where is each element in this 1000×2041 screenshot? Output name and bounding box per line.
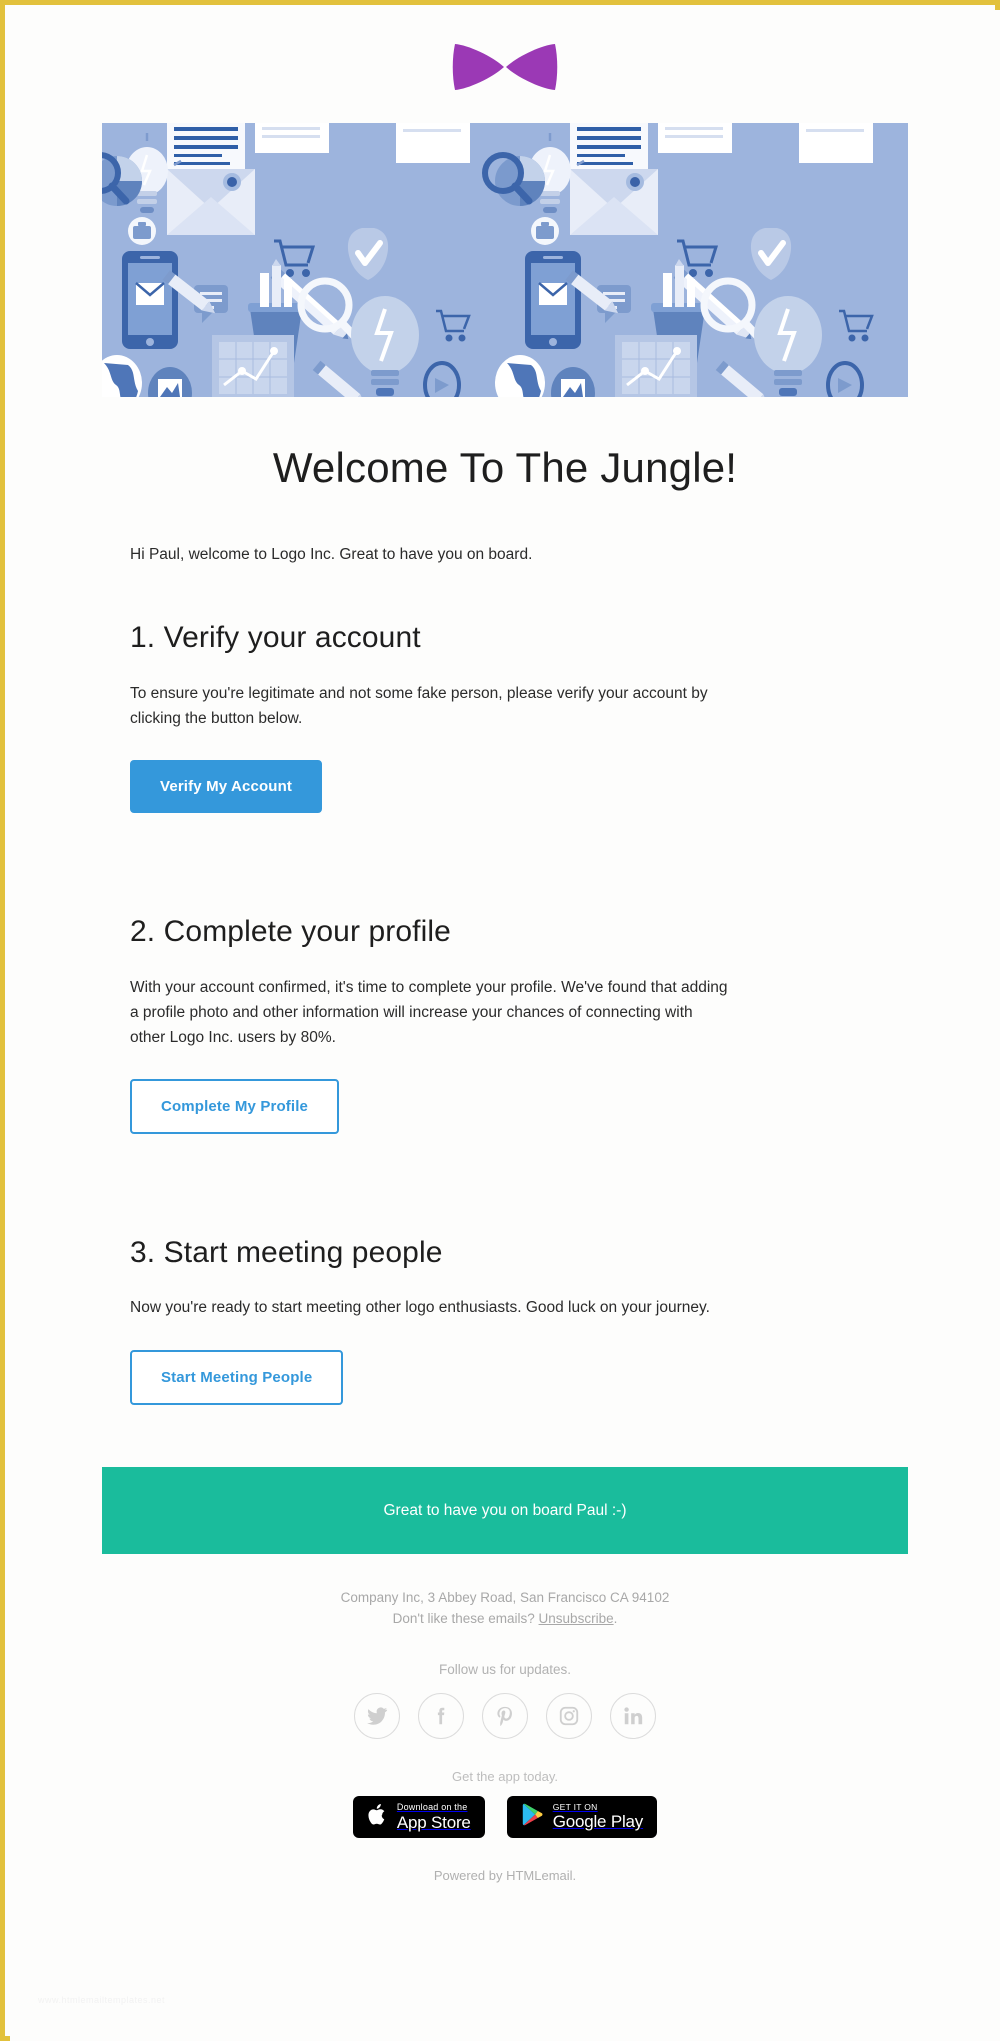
apple-icon [367, 1802, 388, 1832]
get-app-label: Get the app today. [452, 1768, 558, 1784]
step-1-body: To ensure you're legitimate and not some… [130, 684, 708, 728]
complete-my-profile-button[interactable]: Complete My Profile [130, 1078, 340, 1134]
linkedin-icon [622, 1705, 644, 1727]
unsubscribe-link[interactable]: Unsubscribe [539, 1611, 614, 1626]
app-store-badge-bottom: App Store [396, 1812, 471, 1832]
social-link-linkedin[interactable] [610, 1692, 656, 1739]
social-link-instagram[interactable] [546, 1692, 592, 1739]
google-play-badge-text: GET IT ON Google Play [552, 1801, 644, 1832]
verify-my-account-button[interactable]: Verify My Account [130, 760, 323, 814]
unsubscribe-prefix: Don't like these emails? [392, 1610, 539, 1626]
page-frame: Welcome To The Jungle! Hi Paul, welcome … [0, 0, 1000, 2041]
app-store-badges: Download on the App Store GET IT ON Goog… [102, 1795, 908, 1838]
email-footer: Company Inc, 3 Abbey Road, San Francisco… [102, 1554, 908, 1883]
logo-band [10, 10, 1000, 123]
email-card: Welcome To The Jungle! Hi Paul, welcome … [10, 10, 1000, 2041]
step-2-heading: 2. Complete your profile [130, 915, 451, 949]
google-play-badge[interactable]: GET IT ON Google Play [506, 1795, 658, 1838]
google-play-icon [521, 1802, 544, 1832]
social-link-twitter[interactable] [354, 1692, 400, 1739]
step-2-body: With your account confirmed, it's time t… [130, 978, 728, 1046]
step-3-body: Now you're ready to start meeting other … [130, 1299, 710, 1317]
social-link-facebook[interactable] [418, 1692, 464, 1739]
instagram-icon [558, 1705, 580, 1727]
follow-us-label: Follow us for updates. [438, 1661, 572, 1677]
page-title: Welcome To The Jungle! [272, 444, 738, 491]
lead-paragraph: Hi Paul, welcome to Logo Inc. Great to h… [130, 546, 533, 564]
start-meeting-people-button[interactable]: Start Meeting People [130, 1349, 344, 1405]
app-store-badge[interactable]: Download on the App Store [352, 1795, 485, 1838]
watermark: www.htmlemailtemplates.net [38, 1995, 166, 2005]
step-1-heading: 1. Verify your account [130, 621, 421, 655]
company-address: Company Inc, 3 Abbey Road, San Francisco… [340, 1589, 670, 1605]
callout-banner: Great to have you on board Paul :-) [102, 1466, 908, 1554]
social-links [102, 1692, 908, 1739]
google-play-badge-bottom: Google Play [552, 1812, 644, 1832]
step-1-button-row: Verify My Account [130, 760, 880, 814]
email-body: Welcome To The Jungle! Hi Paul, welcome … [102, 443, 908, 1405]
step-2-button-row: Complete My Profile [130, 1078, 880, 1134]
footer-address-block: Company Inc, 3 Abbey Road, San Francisco… [102, 1588, 908, 1630]
step-3-heading: 3. Start meeting people [130, 1235, 443, 1269]
facebook-icon [430, 1705, 452, 1727]
google-play-badge-top: GET IT ON [552, 1801, 598, 1812]
social-link-pinterest[interactable] [482, 1692, 528, 1739]
pinterest-icon [494, 1705, 516, 1727]
twitter-icon [366, 1705, 388, 1727]
hero-banner-image [102, 123, 908, 397]
app-store-badge-text: Download on the App Store [396, 1801, 471, 1832]
app-store-badge-top: Download on the [396, 1801, 468, 1812]
unsubscribe-suffix: . [613, 1610, 618, 1626]
bowtie-logo-icon [452, 38, 558, 94]
step-3-button-row: Start Meeting People [130, 1349, 880, 1405]
powered-by-label: Powered by HTMLemail. [433, 1867, 577, 1883]
